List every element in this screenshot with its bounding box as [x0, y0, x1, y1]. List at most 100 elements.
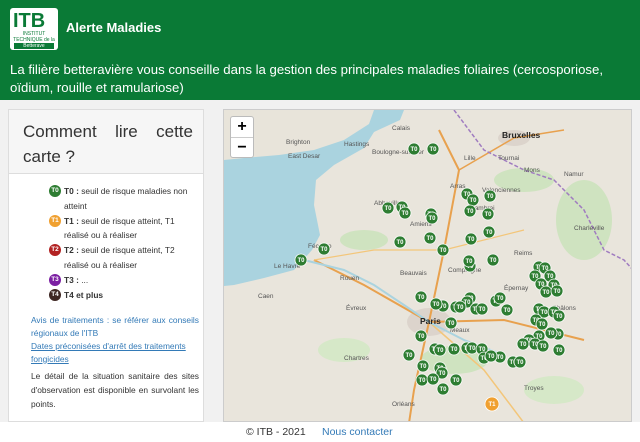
t0-marker[interactable]: T0	[536, 339, 550, 353]
zoom-out-button[interactable]: −	[231, 137, 253, 157]
contact-link[interactable]: Nous contacter	[322, 426, 393, 438]
advice-link[interactable]: Avis de traitements : se référer aux con…	[31, 314, 199, 339]
t0-marker[interactable]: T0	[423, 231, 437, 245]
t0-marker-label: T0	[384, 206, 392, 212]
t0-marker[interactable]: T0	[462, 254, 476, 268]
city-label: Hastings	[344, 141, 370, 148]
t0-marker-label: T0	[439, 387, 447, 393]
t1-marker[interactable]: T1	[484, 396, 500, 412]
legend-item-t1: T1 T1 : seuil de risque atteint, T1 réal…	[49, 214, 199, 243]
t0-marker-label: T0	[485, 230, 493, 236]
map-canvas[interactable]: Calais Brighton Hastings East Desar Boul…	[224, 110, 632, 422]
t0-marker[interactable]: T0	[414, 329, 428, 343]
city-label: Troyes	[524, 385, 544, 392]
t0-marker[interactable]: T0	[481, 207, 495, 221]
t0-marker[interactable]: T0	[433, 343, 447, 357]
t0-marker-label: T0	[297, 258, 305, 264]
t0-marker[interactable]: T0	[415, 373, 429, 387]
t0-marker[interactable]: T0	[482, 225, 496, 239]
t0-marker[interactable]: T0	[466, 193, 480, 207]
t0-marker-label: T0	[489, 258, 497, 264]
t0-marker[interactable]: T0	[447, 342, 461, 356]
t0-marker-label: T0	[555, 348, 563, 354]
t0-marker-label: T0	[418, 378, 426, 384]
t0-marker[interactable]: T0	[539, 285, 553, 299]
t0-marker[interactable]: T0	[407, 142, 421, 156]
disease-map[interactable]: Calais Brighton Hastings East Desar Boul…	[223, 109, 632, 422]
t0-marker-label: T0	[516, 360, 524, 366]
t0-marker-label: T0	[428, 216, 436, 222]
t0-marker[interactable]: T0	[426, 372, 440, 386]
forest-area	[340, 230, 388, 250]
t0-marker[interactable]: T0	[552, 343, 566, 357]
t0-marker[interactable]: T0	[483, 189, 497, 203]
t0-marker[interactable]: T0	[544, 326, 558, 340]
t0-marker-label: T0	[401, 211, 409, 217]
t0-marker-label: T0	[466, 209, 474, 215]
t0-marker[interactable]: T0	[426, 142, 440, 156]
t0-marker-label: T0	[478, 307, 486, 313]
intro-text: La filière betteravière vous conseille d…	[10, 62, 604, 95]
t0-marker[interactable]: T0	[484, 349, 498, 363]
city-label: Caen	[258, 293, 274, 300]
itb-logo[interactable]: ITB INSTITUT TECHNIQUE de la Betterave	[10, 8, 58, 50]
t0-marker[interactable]: T0	[436, 243, 450, 257]
legend-item-label: T3 :	[64, 274, 79, 285]
copyright-text: © ITB - 2021	[246, 426, 306, 438]
t0-marker[interactable]: T0	[500, 303, 514, 317]
t0-marker[interactable]: T0	[416, 359, 430, 373]
t0-marker-label: T0	[468, 346, 476, 352]
t0-marker[interactable]: T0	[414, 290, 428, 304]
t0-marker[interactable]: T0	[493, 291, 507, 305]
t0-marker-label: T0	[320, 247, 328, 253]
t0-marker[interactable]: T0	[425, 211, 439, 225]
city-label: Épernay	[504, 283, 529, 292]
t0-marker-label: T0	[496, 296, 504, 302]
t0-marker-label: T0	[429, 147, 437, 153]
t0-marker[interactable]: T0	[550, 284, 564, 298]
legend-item-t4: T4 T4 et plus	[49, 288, 199, 303]
legend-item-t2: T2 T2 : seuil de risque atteint, T2 réal…	[49, 243, 199, 272]
t0-marker[interactable]: T0	[429, 297, 443, 311]
t0-marker[interactable]: T0	[402, 348, 416, 362]
t0-marker[interactable]: T0	[453, 300, 467, 314]
t0-marker[interactable]: T0	[552, 309, 566, 323]
t0-marker[interactable]: T0	[398, 206, 412, 220]
t0-marker-label: T0	[467, 237, 475, 243]
city-label: Namur	[564, 171, 584, 178]
t0-marker[interactable]: T0	[513, 355, 527, 369]
t0-marker[interactable]: T0	[516, 337, 530, 351]
t0-marker-label: T0	[519, 342, 527, 348]
zoom-in-button[interactable]: +	[231, 117, 253, 137]
t0-marker[interactable]: T0	[535, 317, 549, 331]
legend-item-text: seuil de risque atteint, T1 réalisé ou à…	[64, 215, 175, 241]
t0-marker[interactable]: T0	[381, 201, 395, 215]
t0-marker-label: T0	[405, 353, 413, 359]
t0-marker[interactable]: T0	[449, 373, 463, 387]
t0-marker[interactable]: T0	[464, 232, 478, 246]
t0-marker[interactable]: T0	[486, 253, 500, 267]
t0-marker-label: T0	[465, 259, 473, 265]
t0-marker[interactable]: T0	[463, 204, 477, 218]
t0-marker[interactable]: T0	[436, 382, 450, 396]
t0-marker-label: T0	[469, 198, 477, 204]
legend-item-t3: T3 T3 : ...	[49, 273, 199, 288]
t0-marker[interactable]: T0	[317, 242, 331, 256]
t0-marker[interactable]: T0	[393, 235, 407, 249]
t2-marker-icon: T2	[49, 244, 61, 256]
t0-marker-label: T0	[540, 310, 548, 316]
legend-note: Le détail de la situation sanitaire des …	[31, 371, 199, 409]
t0-marker-label: T0	[450, 347, 458, 353]
t0-marker[interactable]: T0	[294, 253, 308, 267]
motorway	[428, 129, 461, 323]
t0-marker-label: T0	[484, 212, 492, 218]
t0-marker-label: T0	[426, 236, 434, 242]
city-label: Rouen	[340, 275, 360, 282]
city-label: Charleville	[574, 225, 605, 232]
t0-marker[interactable]: T0	[444, 316, 458, 330]
t0-marker[interactable]: T0	[475, 302, 489, 316]
dates-link[interactable]: Dates préconisées d'arrêt des traitement…	[31, 340, 199, 365]
t1-marker-icon: T1	[49, 214, 61, 227]
logo-subtitle: INSTITUT TECHNIQUE de la	[13, 31, 55, 43]
t0-marker-label: T0	[436, 348, 444, 354]
